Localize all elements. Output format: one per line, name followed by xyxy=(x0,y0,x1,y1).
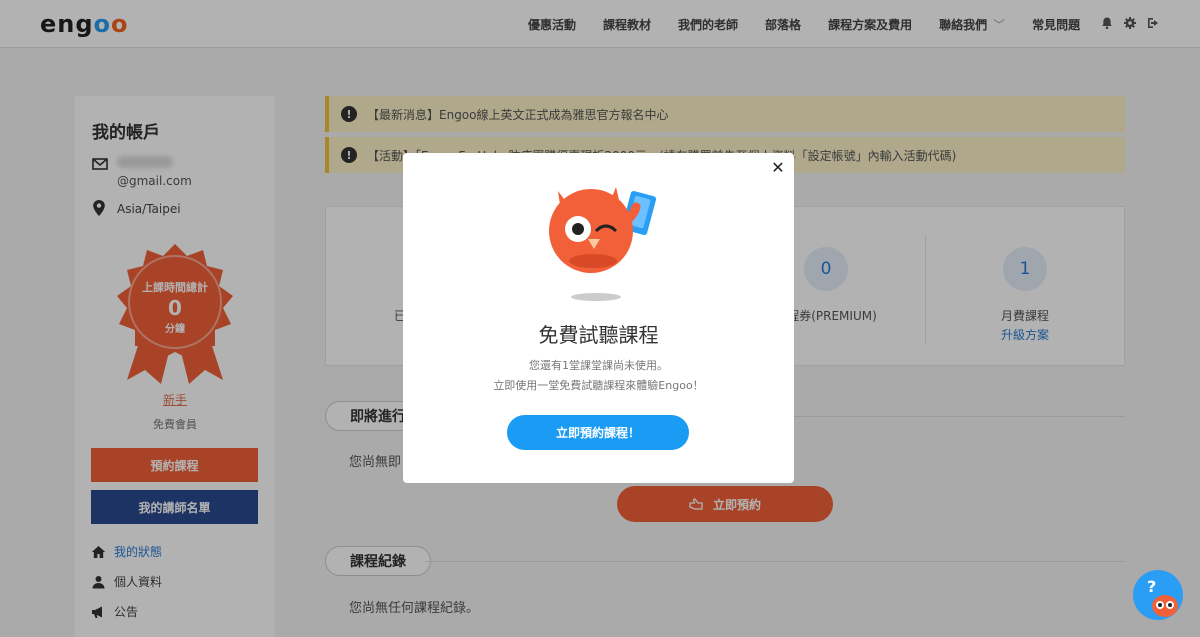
close-icon[interactable]: ✕ xyxy=(770,158,786,177)
trial-lesson-modal: ✕ 免費試聽課程 您還有1堂課堂課尚未使用。 立即使用一堂免費試聽課程來體驗En… xyxy=(403,153,794,483)
question-mark: ? xyxy=(1147,577,1156,596)
book-trial-button[interactable]: 立即預約課程！ xyxy=(507,415,689,450)
mascot-help-icon: ? xyxy=(1147,577,1178,617)
modal-title: 免費試聽課程 xyxy=(538,323,659,347)
mascot-illustration xyxy=(549,187,657,301)
modal-message-1: 您還有1堂課堂課尚未使用。 xyxy=(529,359,668,372)
help-chat-button[interactable]: ? xyxy=(1133,570,1183,620)
modal-message-2: 立即使用一堂免費試聽課程來體驗Engoo！ xyxy=(493,379,704,392)
